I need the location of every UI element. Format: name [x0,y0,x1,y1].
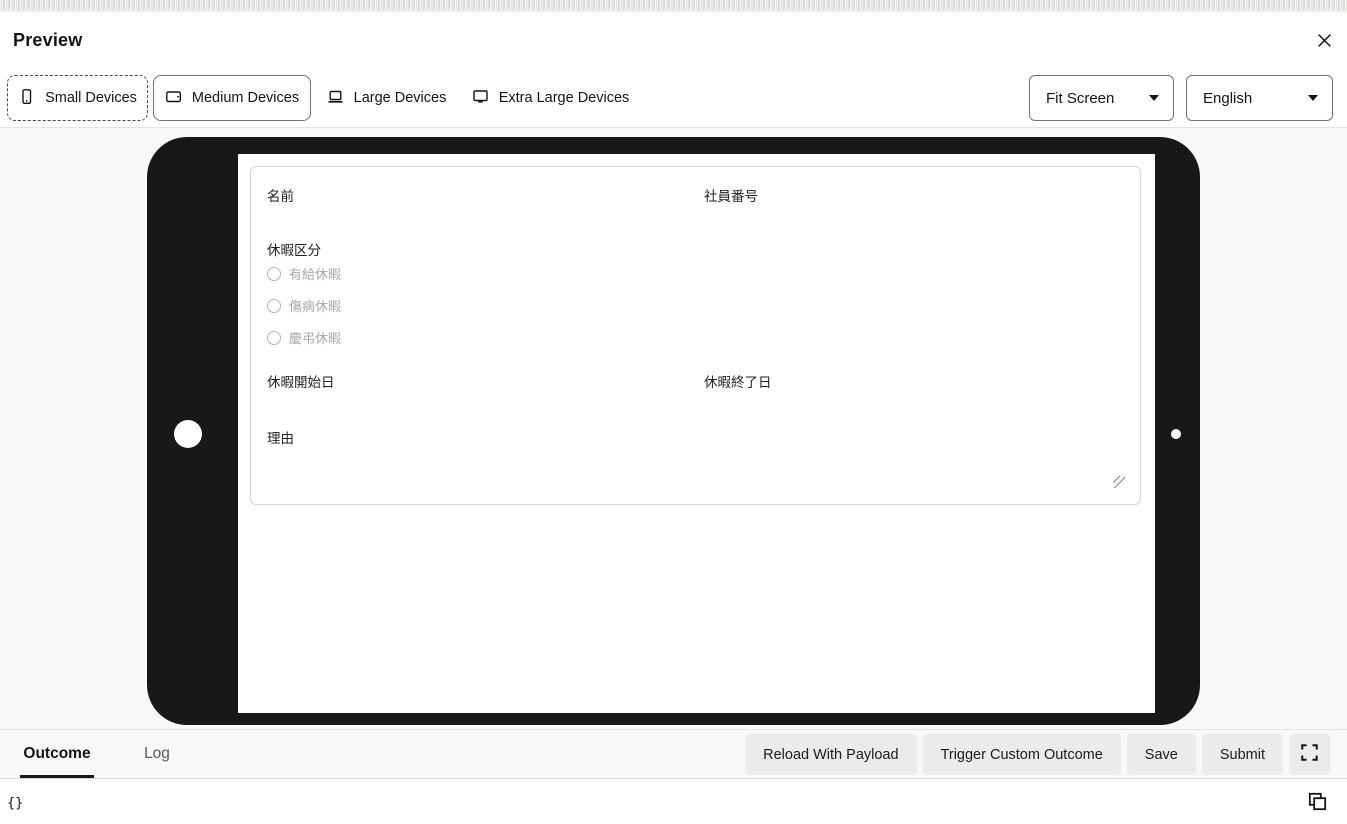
extra-large-devices-label: Extra Large Devices [499,90,630,106]
textarea-resize-handle-icon[interactable] [1113,476,1125,488]
chevron-down-icon [1308,95,1318,101]
medium-devices-label: Medium Devices [192,90,299,106]
leave-request-form: 名前 社員番号 休暇区分 有給休暇 傷病休暇 慶弔 [250,166,1141,505]
name-input[interactable] [267,205,687,231]
trigger-custom-outcome-button[interactable]: Trigger Custom Outcome [923,734,1121,775]
submit-button[interactable]: Submit [1202,734,1283,775]
name-field-label: 名前 [267,185,294,205]
employee-number-input[interactable] [704,205,1124,231]
extra-large-devices-button[interactable]: Extra Large Devices [463,75,638,121]
outcome-json-content: {} [7,795,23,811]
fullscreen-button[interactable] [1289,734,1330,775]
close-button[interactable] [1313,31,1335,53]
end-date-input[interactable] [704,391,1124,417]
tablet-home-button [174,420,202,448]
radio-icon[interactable] [267,267,281,281]
device-toolbar: Small Devices Medium Devices Large Devic… [0,68,1347,128]
background-page-strip [0,0,1347,12]
tablet-screen: 名前 社員番号 休暇区分 有給休暇 傷病休暇 慶弔 [238,154,1155,713]
start-date-input[interactable] [267,391,687,417]
copy-button[interactable] [1307,793,1327,813]
copy-icon [1308,792,1327,814]
phone-icon [18,88,35,109]
fit-screen-select[interactable]: Fit Screen [1029,75,1174,121]
tablet-device-frame: 名前 社員番号 休暇区分 有給休暇 傷病休暇 慶弔 [147,137,1200,725]
reload-with-payload-button[interactable]: Reload With Payload [745,734,916,775]
end-date-field-label: 休暇終了日 [704,371,772,391]
tab-log[interactable]: Log [136,730,178,778]
save-button[interactable]: Save [1127,734,1196,775]
reason-textarea[interactable] [267,447,1124,492]
tablet-icon [165,88,182,109]
start-date-field-label: 休暇開始日 [267,371,335,391]
radio-option-sick-leave[interactable]: 傷病休暇 [267,296,341,315]
radio-option-label: 有給休暇 [289,264,341,283]
radio-option-label: 慶弔休暇 [289,328,341,347]
outcome-panel: {} [0,779,1347,824]
laptop-icon [327,88,344,109]
radio-option-label: 傷病休暇 [289,296,341,315]
fullscreen-icon [1301,744,1318,765]
preview-dialog: Preview Small Devices Med [0,0,1347,824]
bottom-action-bar: Outcome Log Reload With Payload Trigger … [0,729,1347,778]
tab-outcome[interactable]: Outcome [20,730,94,778]
reason-field-label: 理由 [267,427,294,447]
dialog-header: Preview [0,12,1347,68]
small-devices-label: Small Devices [45,90,137,106]
action-buttons-group: Reload With Payload Trigger Custom Outco… [745,734,1330,775]
medium-devices-button[interactable]: Medium Devices [153,75,311,121]
radio-icon[interactable] [267,331,281,345]
radio-icon[interactable] [267,299,281,313]
tablet-camera-dot [1171,429,1181,439]
fit-screen-value: Fit Screen [1046,90,1114,107]
chevron-down-icon [1149,95,1159,101]
close-icon [1316,32,1333,52]
large-devices-button[interactable]: Large Devices [318,75,455,121]
language-value: English [1203,90,1252,107]
radio-option-condolence-leave[interactable]: 慶弔休暇 [267,328,341,347]
large-devices-label: Large Devices [354,90,447,106]
employee-number-field-label: 社員番号 [704,185,758,205]
preview-canvas: 名前 社員番号 休暇区分 有給休暇 傷病休暇 慶弔 [0,128,1347,729]
dialog-title: Preview [13,12,82,68]
leave-type-field-label: 休暇区分 [267,239,321,259]
monitor-icon [472,88,489,109]
radio-option-paid-leave[interactable]: 有給休暇 [267,264,341,283]
language-select[interactable]: English [1186,75,1333,121]
small-devices-button[interactable]: Small Devices [7,75,148,121]
